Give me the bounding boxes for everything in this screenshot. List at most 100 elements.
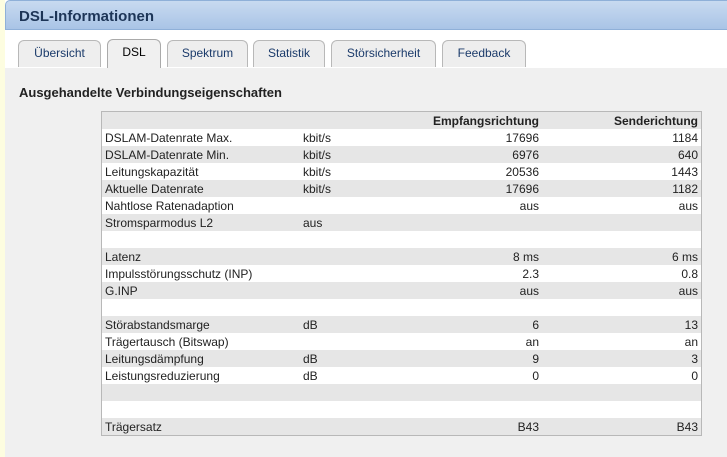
row-label: Trägertausch (Bitswap) xyxy=(101,333,300,350)
table-row: Leistungsreduzierung dB 0 0 xyxy=(101,367,702,384)
row-upstream-value: an xyxy=(545,333,702,350)
row-label: Nahtlose Ratenadaption xyxy=(101,197,300,214)
tab-feedback[interactable]: Feedback xyxy=(442,40,526,67)
tab-uebersicht[interactable]: Übersicht xyxy=(18,40,101,67)
row-unit: kbit/s xyxy=(300,146,396,163)
row-unit: kbit/s xyxy=(300,180,396,197)
row-upstream-value: 0 xyxy=(545,367,702,384)
row-downstream-value: aus xyxy=(396,197,545,214)
row-label: Leitungsdämpfung xyxy=(101,350,300,367)
table-row xyxy=(101,384,702,401)
tab-statistik[interactable]: Statistik xyxy=(253,40,325,67)
table-row: DSLAM-Datenrate Max. kbit/s 17696 1184 xyxy=(101,129,702,146)
row-unit xyxy=(300,418,396,436)
page-title: DSL-Informationen xyxy=(19,8,154,25)
table-row xyxy=(101,299,702,316)
row-downstream-value xyxy=(396,384,545,401)
row-unit: dB xyxy=(300,367,396,384)
row-upstream-value: 1443 xyxy=(545,163,702,180)
row-upstream-value: aus xyxy=(545,197,702,214)
dsl-info-panel: DSL-Informationen Übersicht DSL Spektrum… xyxy=(5,0,727,457)
table-row: Stromsparmodus L2 aus xyxy=(101,214,702,231)
column-header-downstream: Empfangsrichtung xyxy=(396,111,545,129)
row-unit xyxy=(300,384,396,401)
table-row: Trägertausch (Bitswap) an an xyxy=(101,333,702,350)
row-downstream-value: 20536 xyxy=(396,163,545,180)
row-upstream-value: 1184 xyxy=(545,129,702,146)
table-header-row: Empfangsrichtung Senderichtung xyxy=(101,111,702,129)
row-upstream-value: 0.8 xyxy=(545,265,702,282)
row-upstream-value xyxy=(545,299,702,316)
column-header-upstream: Senderichtung xyxy=(545,111,702,129)
table-row: Nahtlose Ratenadaption aus aus xyxy=(101,197,702,214)
row-upstream-value xyxy=(545,401,702,418)
tab-dsl[interactable]: DSL xyxy=(107,39,161,68)
row-label xyxy=(101,401,300,418)
row-label: G.INP xyxy=(101,282,300,299)
row-label: Stromsparmodus L2 xyxy=(101,214,300,231)
table-row: Aktuelle Datenrate kbit/s 17696 1182 xyxy=(101,180,702,197)
row-unit: dB xyxy=(300,316,396,333)
row-downstream-value: 2.3 xyxy=(396,265,545,282)
row-upstream-value xyxy=(545,214,702,231)
row-downstream-value: 9 xyxy=(396,350,545,367)
table-row xyxy=(101,231,702,248)
row-label: Impulsstörungsschutz (INP) xyxy=(101,265,300,282)
row-label: Leistungsreduzierung xyxy=(101,367,300,384)
row-unit xyxy=(300,265,396,282)
row-label: Störabstandsmarge xyxy=(101,316,300,333)
row-label: Latenz xyxy=(101,248,300,265)
table-row: Leitungskapazität kbit/s 20536 1443 xyxy=(101,163,702,180)
row-downstream-value: an xyxy=(396,333,545,350)
row-downstream-value xyxy=(396,401,545,418)
row-unit: aus xyxy=(300,214,396,231)
section-title: Ausgehandelte Verbindungseigenschaften xyxy=(19,85,282,100)
row-unit xyxy=(300,248,396,265)
row-downstream-value: 6976 xyxy=(396,146,545,163)
row-downstream-value xyxy=(396,214,545,231)
connection-properties-table: Empfangsrichtung Senderichtung DSLAM-Dat… xyxy=(101,111,702,436)
row-label: Leitungskapazität xyxy=(101,163,300,180)
row-label: Trägersatz xyxy=(101,418,300,436)
row-unit xyxy=(300,282,396,299)
row-label: Aktuelle Datenrate xyxy=(101,180,300,197)
panel-header: DSL-Informationen xyxy=(5,0,727,30)
tab-stoersicherheit[interactable]: Störsicherheit xyxy=(331,40,436,67)
column-header-unit xyxy=(300,111,396,129)
row-label: DSLAM-Datenrate Min. xyxy=(101,146,300,163)
row-downstream-value: B43 xyxy=(396,418,545,436)
row-upstream-value: 640 xyxy=(545,146,702,163)
row-upstream-value: 1182 xyxy=(545,180,702,197)
row-downstream-value: aus xyxy=(396,282,545,299)
row-downstream-value: 0 xyxy=(396,367,545,384)
row-upstream-value: 13 xyxy=(545,316,702,333)
row-downstream-value: 17696 xyxy=(396,180,545,197)
row-label: DSLAM-Datenrate Max. xyxy=(101,129,300,146)
row-downstream-value xyxy=(396,231,545,248)
table-row: Leitungsdämpfung dB 9 3 xyxy=(101,350,702,367)
row-unit xyxy=(300,231,396,248)
row-unit xyxy=(300,299,396,316)
row-upstream-value xyxy=(545,384,702,401)
row-unit xyxy=(300,197,396,214)
tab-spektrum[interactable]: Spektrum xyxy=(167,40,248,67)
row-unit: kbit/s xyxy=(300,163,396,180)
row-unit xyxy=(300,333,396,350)
tab-content: Ausgehandelte Verbindungseigenschaften E… xyxy=(5,68,727,457)
table-row xyxy=(101,401,702,418)
row-upstream-value: aus xyxy=(545,282,702,299)
row-upstream-value: 3 xyxy=(545,350,702,367)
column-header-label xyxy=(101,111,300,129)
tab-bar: Übersicht DSL Spektrum Statistik Störsic… xyxy=(5,30,727,69)
row-downstream-value: 17696 xyxy=(396,129,545,146)
row-downstream-value: 8 ms xyxy=(396,248,545,265)
row-label xyxy=(101,231,300,248)
table-row: Impulsstörungsschutz (INP) 2.3 0.8 xyxy=(101,265,702,282)
row-downstream-value: 6 xyxy=(396,316,545,333)
row-downstream-value xyxy=(396,299,545,316)
row-unit: kbit/s xyxy=(300,129,396,146)
row-unit: dB xyxy=(300,350,396,367)
row-label xyxy=(101,384,300,401)
row-label xyxy=(101,299,300,316)
table-row: DSLAM-Datenrate Min. kbit/s 6976 640 xyxy=(101,146,702,163)
